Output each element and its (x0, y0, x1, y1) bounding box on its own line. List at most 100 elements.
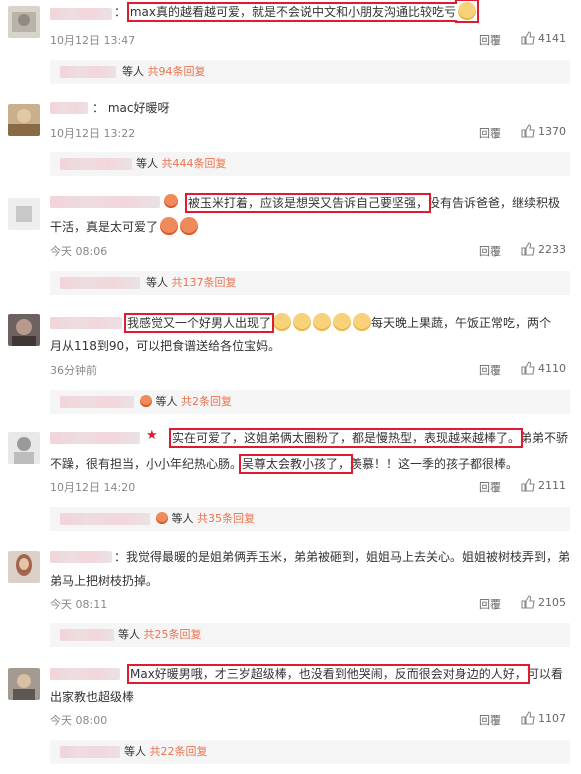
highlighted-text: Max好暖男哦，才三岁超级棒，也没看到他哭闹，反而很会对身边的人好， (127, 664, 530, 684)
emoji-icon (293, 313, 312, 331)
like-button[interactable]: 4141 (521, 31, 566, 45)
comment-body: 弟弟不骄 (520, 431, 569, 445)
comment-text: ：我觉得最暖的是姐弟俩弄玉米，弟弟被砸到，姐姐马上去关心。姐姐被树枝弄到，弟 (114, 546, 571, 568)
highlighted-text: max真的越看越可爱，就是不会说中文和小朋友沟通比较吃亏 (126, 2, 480, 22)
highlighted-text: 实在可爱了，这姐弟俩太圈粉了，都是慢热型，表现越来越棒了。 (168, 428, 524, 448)
timestamp: 今天 08:00 (50, 714, 108, 727)
reply-summary[interactable]: 等人 共35条回复 (50, 507, 570, 531)
comment-body: 月从118到90，可以把食谱送给各位宝妈。 (50, 339, 281, 353)
reply-summary[interactable]: 等人 共94条回复 (50, 60, 570, 84)
avatar[interactable] (8, 551, 40, 583)
reply-button[interactable]: 回覆 (479, 712, 501, 728)
comment-text-line-2: 出家教也超级棒 (50, 686, 571, 708)
avatar[interactable] (8, 6, 40, 38)
reply-username (60, 629, 114, 641)
reply-summary-label: 等人 (118, 628, 140, 641)
like-count: 4141 (538, 32, 566, 45)
reply-count-link[interactable]: 共2条回复 (181, 395, 232, 408)
emoji-icon (160, 217, 179, 235)
reply-count-link[interactable]: 共35条回复 (197, 512, 255, 525)
thumbs-up-icon (521, 711, 535, 725)
timestamp: 今天 08:06 (50, 245, 108, 258)
comment-body: 每天晚上果蔬，午饭正常吃，两个 (371, 316, 552, 330)
like-button[interactable]: 2105 (521, 595, 566, 609)
reply-count-link[interactable]: 共25条回复 (144, 628, 202, 641)
reply-summary[interactable]: 等人 共444条回复 (50, 152, 570, 176)
comment-text: ： max真的越看越可爱，就是不会说中文和小朋友沟通比较吃亏 (114, 1, 571, 23)
like-count: 2233 (538, 243, 566, 256)
like-count: 1370 (538, 125, 566, 138)
username[interactable] (50, 8, 112, 20)
timestamp: 今天 08:11 (50, 598, 108, 611)
thumbs-up-icon (521, 124, 535, 138)
like-button[interactable]: 2233 (521, 242, 566, 256)
emoji-icon (273, 313, 292, 331)
reply-count-link[interactable]: 共444条回复 (162, 157, 227, 170)
reply-username (60, 277, 140, 289)
thumbs-up-icon (521, 361, 535, 375)
username[interactable] (50, 432, 140, 444)
timestamp: 10月12日 14:20 (50, 481, 136, 494)
username[interactable] (50, 551, 112, 563)
comment-text-line-2: 不躁，很有担当，小小年纪热心肠。吴尊太会教小孩了，羡慕！！这一季的孩子都很棒。 (50, 453, 571, 475)
username[interactable] (50, 102, 88, 114)
emoji-icon (164, 194, 178, 208)
emoji-icon (353, 313, 372, 331)
reply-button[interactable]: 回覆 (479, 32, 501, 48)
emoji-icon (156, 512, 168, 524)
reply-summary-label: 等人 (122, 65, 144, 78)
comment-body: max真的越看越可爱，就是不会说中文和小朋友沟通比较吃亏 (129, 5, 456, 19)
comment-body: mac好暖呀 (107, 101, 170, 115)
reply-button[interactable]: 回覆 (479, 479, 501, 495)
comment-body: 我觉得最暖的是姐弟俩弄玉米，弟弟被砸到，姐姐马上去关心。姐姐被树枝弄到，弟 (126, 550, 571, 564)
reply-button[interactable]: 回覆 (479, 243, 501, 259)
comment-text: ： mac好暖呀 (92, 97, 571, 119)
avatar[interactable] (8, 104, 40, 136)
avatar[interactable] (8, 198, 40, 230)
like-count: 4110 (538, 362, 566, 375)
reply-count-link[interactable]: 共94条回复 (148, 65, 206, 78)
comment-body: 羡慕！！这一季的孩子都很棒。 (350, 457, 519, 471)
avatar[interactable] (8, 668, 40, 700)
emoji-icon (180, 217, 199, 235)
reply-summary[interactable]: 等人 共25条回复 (50, 623, 570, 647)
avatar[interactable] (8, 432, 40, 464)
reply-button[interactable]: 回覆 (479, 362, 501, 378)
reply-count-link[interactable]: 共137条回复 (172, 276, 237, 289)
emoji-icon (458, 2, 476, 20)
reply-username (60, 66, 116, 78)
name-separator: ： (114, 550, 127, 564)
comment-text: 实在可爱了，这姐弟俩太圈粉了，都是慢热型，表现越来越棒了。弟弟不骄 (168, 427, 571, 449)
highlighted-text: 我感觉又一个好男人出现了 (123, 313, 275, 333)
username[interactable] (50, 196, 160, 208)
reply-count-link[interactable]: 共22条回复 (150, 745, 208, 758)
username[interactable] (50, 668, 120, 680)
thumbs-up-icon (521, 242, 535, 256)
username[interactable] (50, 317, 122, 329)
reply-summary-label: 等人 (171, 512, 194, 525)
comment-text: 我感觉又一个好男人出现了 每天晚上果蔬，午饭正常吃，两个 (123, 312, 571, 334)
reply-button[interactable]: 回覆 (479, 125, 501, 141)
comment-body: 没有告诉爸爸，继续积极 (428, 196, 561, 210)
comment-text-line-2: 弟马上把树枝扔掉。 (50, 570, 571, 592)
reply-summary[interactable]: 等人 共22条回复 (50, 740, 570, 764)
like-button[interactable]: 1107 (521, 711, 566, 725)
reply-username (60, 158, 132, 170)
like-button[interactable]: 4110 (521, 361, 566, 375)
like-button[interactable]: 1370 (521, 124, 566, 138)
reply-summary[interactable]: 等人 共2条回复 (50, 390, 570, 414)
comment-body: 弟马上把树枝扔掉。 (50, 574, 159, 588)
emoji-icon (140, 395, 152, 407)
avatar[interactable] (8, 314, 40, 346)
highlighted-text: 吴尊太会教小孩了， (239, 454, 354, 474)
reply-summary[interactable]: 等人 共137条回复 (50, 271, 570, 295)
reply-button[interactable]: 回覆 (479, 596, 501, 612)
name-separator: ： (114, 5, 127, 19)
like-button[interactable]: 2111 (521, 478, 566, 492)
emoji-icon (313, 313, 332, 331)
comment-text-line-2: 干活，真是太可爱了 (50, 216, 571, 238)
timestamp: 36分钟前 (50, 364, 97, 377)
like-count: 2105 (538, 596, 566, 609)
comment-body: 干活，真是太可爱了 (50, 220, 159, 234)
name-separator: ： (92, 101, 105, 115)
